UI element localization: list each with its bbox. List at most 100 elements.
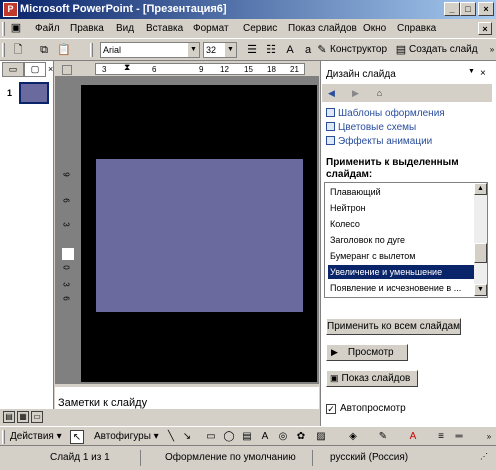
copy-icon[interactable]: ⧉	[36, 42, 52, 58]
menu-file[interactable]: Файл	[35, 23, 60, 34]
font-size-increase-icon[interactable]: A	[282, 42, 298, 58]
textbox-icon[interactable]: ▤	[240, 430, 254, 444]
doc-close-button[interactable]: ×	[478, 22, 492, 35]
oval-icon[interactable]: ◯	[222, 430, 236, 444]
slide-number: 1	[7, 88, 13, 98]
font-color-icon[interactable]: A	[406, 430, 420, 444]
scroll-thumb[interactable]	[474, 243, 487, 263]
menubar-grip[interactable]	[2, 22, 5, 36]
toolbar-grip[interactable]	[2, 43, 5, 57]
list-item[interactable]: Заголовок по дуге	[328, 233, 474, 247]
ruler-tick: 6	[152, 65, 157, 74]
line-style-icon[interactable]: ≡	[434, 430, 448, 444]
designer-button[interactable]: Конструктор	[330, 44, 387, 55]
forward-arrow-icon[interactable]: ▶	[348, 86, 363, 100]
actions-menu[interactable]: Действия ▾	[10, 431, 62, 442]
link-label: Цветовые схемы	[338, 122, 417, 133]
task-pane-close-icon[interactable]: ×	[480, 68, 486, 79]
link-color-schemes[interactable]: Цветовые схемы	[326, 122, 416, 133]
maximize-button[interactable]: □	[460, 2, 476, 16]
slideshow-button[interactable]: ▣ Показ слайдов	[326, 370, 418, 387]
indent-marker-icon[interactable]: ⧗	[124, 62, 130, 73]
dash-style-icon[interactable]: ═	[452, 430, 466, 444]
new-document-icon[interactable]: 🗋	[10, 42, 26, 58]
wordart-icon[interactable]: A	[258, 430, 272, 444]
ruler-white-zone	[62, 248, 74, 260]
close-button[interactable]: ×	[478, 2, 494, 16]
fill-color-icon[interactable]: ◈	[346, 430, 360, 444]
link-animation-schemes[interactable]: Эффекты анимации	[326, 136, 432, 147]
toolbar-options-icon[interactable]: »	[482, 430, 496, 444]
link-design-templates[interactable]: Шаблоны оформления	[326, 108, 445, 119]
checkmark-icon[interactable]: ✓	[326, 404, 336, 414]
paste-icon[interactable]: 📋	[56, 42, 72, 58]
slides-tab[interactable]: ▢	[24, 62, 46, 77]
outline-tab[interactable]: ▭	[2, 62, 24, 77]
menu-format[interactable]: Формат	[193, 23, 229, 34]
drawbar-grip[interactable]	[2, 430, 5, 444]
menu-edit[interactable]: Правка	[70, 23, 104, 34]
line-color-icon[interactable]: ✎	[376, 430, 390, 444]
list-item-selected[interactable]: Увеличение и уменьшение	[328, 265, 474, 279]
numbered-list-icon[interactable]: ☰	[244, 42, 260, 58]
home-icon[interactable]: ⌂	[372, 86, 387, 100]
slideshow-view-icon[interactable]: ▭	[31, 411, 43, 423]
ruler-tick: 18	[267, 65, 276, 74]
apply-to-all-button[interactable]: Применить ко всем слайдам	[326, 318, 461, 335]
powerpoint-app-icon[interactable]: P	[3, 2, 18, 17]
resize-grip-icon[interactable]: ⋰	[480, 452, 488, 461]
document-icon[interactable]: ▣	[8, 20, 24, 36]
list-item[interactable]: Плавающий	[328, 185, 474, 199]
back-arrow-icon[interactable]: ◀	[324, 86, 339, 100]
list-item[interactable]: Нейтрон	[328, 201, 474, 215]
notes-pane[interactable]: Заметки к слайду	[55, 385, 319, 409]
tab-stop-selector[interactable]	[62, 65, 72, 75]
rectangle-icon[interactable]: ▭	[204, 430, 218, 444]
autopreview-checkbox[interactable]: ✓ Автопросмотр	[326, 403, 406, 414]
clipart-icon[interactable]: ✿	[294, 430, 308, 444]
slide-sorter-view-icon[interactable]: ▦	[17, 411, 29, 423]
scroll-up-icon[interactable]: ▲	[474, 183, 487, 195]
normal-view-icon[interactable]: ▤	[3, 411, 15, 423]
menu-view[interactable]: Вид	[116, 23, 134, 34]
font-name-combo[interactable]: Arial ▼	[100, 42, 200, 58]
pane-close-icon[interactable]: ×	[48, 64, 53, 74]
menu-bar: ▣ Файл Правка Вид Вставка Формат Сервис …	[0, 19, 496, 39]
chevron-down-icon[interactable]: ▼	[468, 68, 475, 75]
horizontal-ruler[interactable]: 3 6 9 12 15 18 21 ⧗	[95, 62, 305, 75]
menu-insert[interactable]: Вставка	[146, 23, 183, 34]
menu-help[interactable]: Справка	[397, 23, 436, 34]
diagram-icon[interactable]: ◎	[276, 430, 290, 444]
horizontal-scrollbar[interactable]	[55, 411, 319, 425]
chevron-down-icon[interactable]: ▼	[188, 43, 199, 57]
designer-icon[interactable]: ✎	[314, 42, 330, 58]
font-size-combo[interactable]: 32 ▼	[203, 42, 237, 58]
autoshapes-menu[interactable]: Автофигуры ▾	[94, 431, 159, 442]
slide-rectangle-shape[interactable]	[96, 159, 303, 312]
slide-thumbnail[interactable]	[19, 82, 49, 104]
list-item[interactable]: Колесо	[328, 217, 474, 231]
scroll-down-icon[interactable]: ▼	[474, 284, 487, 296]
preview-button[interactable]: ▶ Просмотр	[326, 344, 408, 361]
bullet-list-icon[interactable]: ☷	[263, 42, 279, 58]
line-icon[interactable]: ╲	[164, 430, 178, 444]
task-pane-nav: ◀ ▶ ⌂	[322, 84, 492, 102]
new-slide-icon[interactable]: ▤	[393, 42, 409, 58]
list-scrollbar[interactable]: ▲ ▼	[474, 183, 487, 297]
list-item[interactable]: Появление и исчезновение в ...	[328, 281, 474, 295]
actions-label: Действия	[10, 431, 54, 442]
chevron-down-icon[interactable]: ▼	[225, 43, 236, 57]
select-pointer-icon[interactable]: ↖	[70, 430, 84, 444]
minimize-button[interactable]: _	[444, 2, 460, 16]
picture-icon[interactable]: ▨	[314, 430, 328, 444]
toolbar-options-icon[interactable]: »	[484, 42, 496, 58]
arrow-icon[interactable]: ↘	[180, 430, 194, 444]
menu-tools[interactable]: Сервис	[243, 23, 277, 34]
menu-slideshow[interactable]: Показ слайдов	[288, 23, 357, 34]
vertical-ruler[interactable]: 9 6 3 0 3 6	[62, 160, 74, 310]
menu-window[interactable]: Окно	[363, 23, 386, 34]
ruler-tick: 6	[61, 296, 71, 301]
new-slide-button[interactable]: Создать слайд	[409, 44, 478, 55]
animation-scheme-list[interactable]: Плавающий Нейтрон Колесо Заголовок по ду…	[324, 182, 488, 298]
list-item[interactable]: Бумеранг с вылетом	[328, 249, 474, 263]
